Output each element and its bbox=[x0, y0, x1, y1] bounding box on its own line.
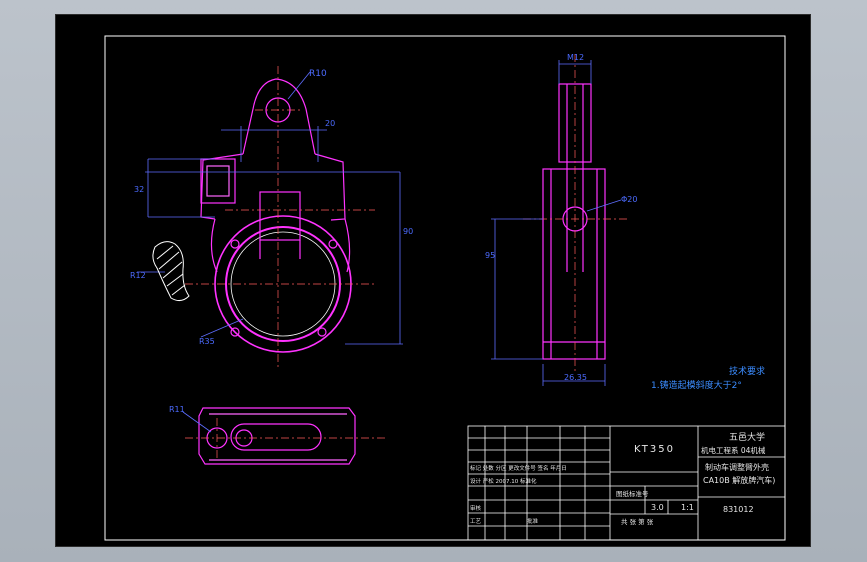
dim-side-top: M12 bbox=[567, 53, 584, 62]
tb-part-name-1: 制动车调整臂外壳 bbox=[705, 462, 769, 472]
dim-edge-radius: R12 bbox=[130, 271, 146, 280]
tb-approve-row: 批准 bbox=[527, 517, 539, 525]
notes-item-1: 1.铸造起模斜度大于2° bbox=[651, 379, 742, 391]
dim-bottom-radius: R35 bbox=[199, 337, 215, 346]
tb-scale: 1:1 bbox=[681, 503, 694, 512]
section-lug bbox=[152, 241, 190, 302]
tb-weight: 3.0 bbox=[651, 503, 664, 512]
bottom-view bbox=[198, 407, 356, 465]
tb-university: 五邑大学 bbox=[729, 431, 765, 443]
bottom-leader bbox=[182, 411, 212, 433]
notes-title: 技术要求 bbox=[729, 365, 765, 377]
dim-side-bottom: 26.35 bbox=[564, 373, 587, 382]
dim-side-height: 95 bbox=[485, 251, 495, 260]
dim-bottom-view: R11 bbox=[169, 405, 185, 414]
tb-model: KT350 bbox=[634, 444, 675, 455]
tb-design-row: 设计 严松 2007.10 标准化 bbox=[470, 477, 537, 485]
dim-left-height: 32 bbox=[134, 185, 144, 194]
drawing-sheet: R10 20 90 32 R12 R35 M12 Φ20 95 26.35 R1… bbox=[104, 35, 786, 541]
front-view-dimensions bbox=[137, 71, 403, 345]
side-view bbox=[542, 83, 606, 360]
dim-ear-width: 20 bbox=[325, 119, 335, 128]
tb-revision-row: 标记 处数 分区 更改文件号 签名 年月日 bbox=[470, 464, 567, 472]
cad-drawing-viewport[interactable]: R10 20 90 32 R12 R35 M12 Φ20 95 26.35 R1… bbox=[55, 14, 811, 547]
tb-drawing-no: 831012 bbox=[723, 505, 754, 514]
front-view-centerlines bbox=[185, 66, 377, 369]
tb-check-row: 审核 bbox=[470, 504, 482, 512]
dim-side-bore: Φ20 bbox=[621, 195, 637, 204]
dim-top-radius: R10 bbox=[309, 69, 327, 79]
side-view-centerlines bbox=[523, 54, 627, 374]
tb-class-info: 机电工程系 04机械 bbox=[701, 445, 766, 455]
dim-overall-height: 90 bbox=[403, 227, 413, 236]
tb-process-row: 工艺 bbox=[470, 518, 482, 525]
side-view-dimensions bbox=[491, 60, 622, 386]
tb-sheet-label: 共 张 第 张 bbox=[621, 517, 654, 526]
tb-material-label: 图纸标准号 bbox=[616, 489, 649, 498]
tb-part-name-2: CA10B 解放牌汽车) bbox=[703, 475, 775, 485]
